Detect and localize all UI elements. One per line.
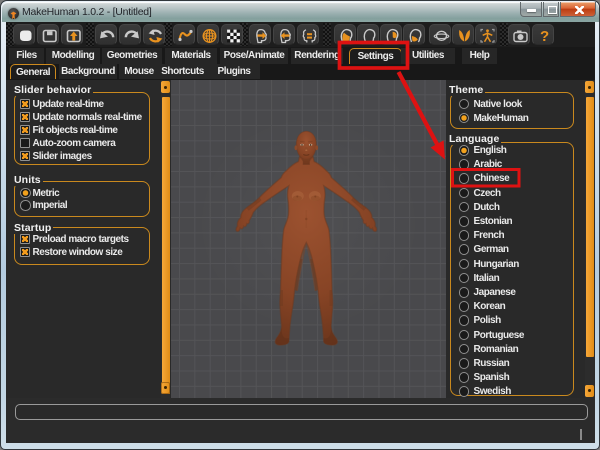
svg-text:?: ?	[540, 28, 549, 45]
